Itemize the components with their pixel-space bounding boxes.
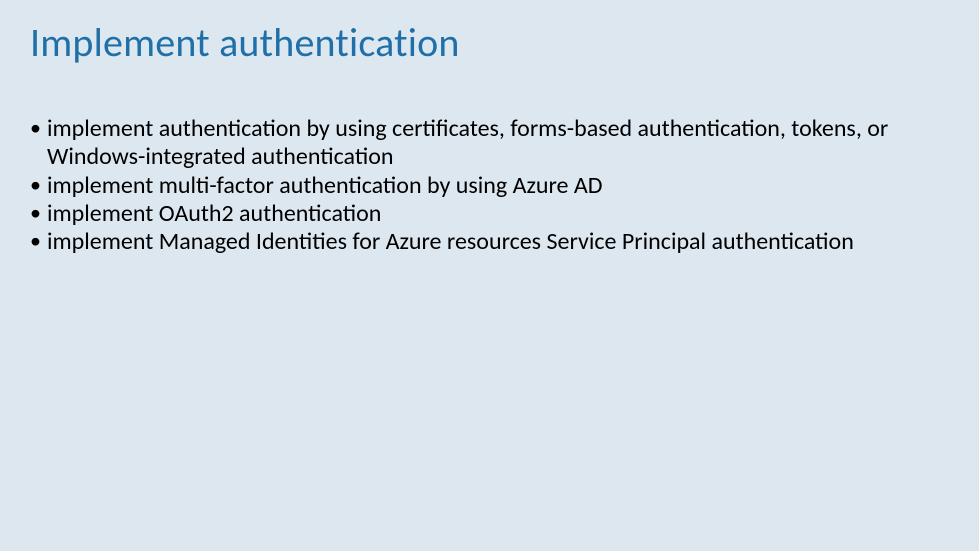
bullet-list: implement authentication by using certif… (0, 115, 979, 257)
list-item: implement Managed Identities for Azure r… (30, 228, 919, 256)
slide-title: Implement authentication (0, 18, 979, 67)
list-item: implement authentication by using certif… (30, 115, 919, 172)
list-item: implement OAuth2 authentication (30, 200, 919, 228)
list-item: implement multi-factor authentication by… (30, 172, 919, 200)
